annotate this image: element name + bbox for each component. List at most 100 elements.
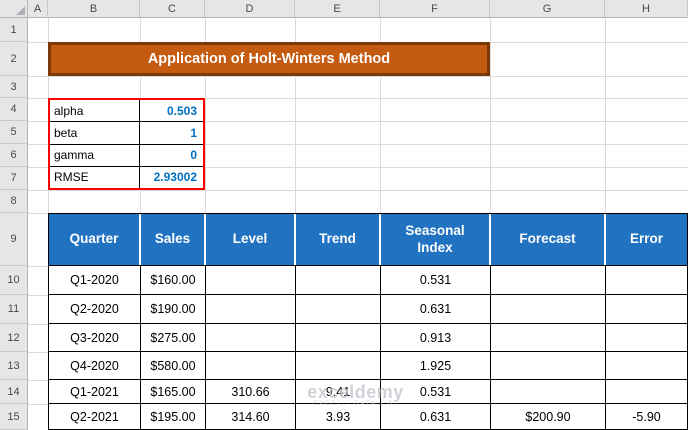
table-row: Q3-2020 $275.00 0.913 [49, 324, 687, 352]
column-header-e[interactable]: E [295, 0, 380, 17]
row-header-14[interactable]: 14 [0, 380, 27, 404]
row-header-2[interactable]: 2 [0, 42, 27, 76]
column-header-f[interactable]: F [380, 0, 490, 17]
row-header-bar: 1 2 3 4 5 6 7 8 9 10 11 12 13 14 15 [0, 18, 28, 430]
cell[interactable] [491, 266, 606, 294]
cell[interactable] [296, 266, 381, 294]
cell[interactable] [606, 352, 687, 379]
cell[interactable]: Q2-2020 [49, 295, 141, 323]
row-header-5[interactable]: 5 [0, 121, 27, 144]
row-header-8[interactable]: 8 [0, 190, 27, 213]
column-header-c[interactable]: C [140, 0, 205, 17]
cell[interactable] [206, 352, 296, 379]
header-trend[interactable]: Trend [296, 214, 381, 265]
cell[interactable]: Q3-2020 [49, 324, 141, 351]
param-row-alpha: alpha 0.503 [50, 100, 203, 123]
table-row: Q1-2021 $165.00 310.66 9.41 0.531 [49, 380, 687, 404]
param-label-gamma[interactable]: gamma [50, 144, 140, 166]
cell[interactable] [296, 295, 381, 323]
row-header-7[interactable]: 7 [0, 167, 27, 190]
cell[interactable]: $195.00 [141, 404, 206, 429]
cell[interactable]: $165.00 [141, 380, 206, 403]
cell[interactable] [606, 295, 687, 323]
cell[interactable] [296, 352, 381, 379]
cell[interactable]: 0.531 [381, 380, 491, 403]
header-forecast[interactable]: Forecast [491, 214, 606, 265]
cell[interactable]: $275.00 [141, 324, 206, 351]
cell[interactable]: -5.90 [606, 404, 687, 429]
cell[interactable] [606, 324, 687, 351]
cell[interactable] [606, 266, 687, 294]
cell[interactable] [491, 295, 606, 323]
cell[interactable]: 1.925 [381, 352, 491, 379]
param-value-beta[interactable]: 1 [140, 122, 203, 143]
parameter-table: alpha 0.503 beta 1 gamma 0 RMSE 2.93002 [48, 98, 205, 190]
cell[interactable] [491, 324, 606, 351]
param-label-beta[interactable]: beta [50, 122, 140, 144]
table-row: Q1-2020 $160.00 0.531 [49, 266, 687, 295]
row-header-15[interactable]: 15 [0, 404, 27, 430]
select-all-corner[interactable] [0, 0, 28, 18]
row-header-13[interactable]: 13 [0, 352, 27, 380]
header-quarter[interactable]: Quarter [49, 214, 141, 265]
row-header-12[interactable]: 12 [0, 324, 27, 352]
param-row-beta: beta 1 [50, 122, 203, 145]
header-error[interactable]: Error [606, 214, 687, 265]
row-header-9[interactable]: 9 [0, 213, 27, 266]
cell[interactable]: 314.60 [206, 404, 296, 429]
row-header-3[interactable]: 3 [0, 76, 27, 98]
cell[interactable]: Q2-2021 [49, 404, 141, 429]
cell[interactable]: 0.531 [381, 266, 491, 294]
cell[interactable]: 3.93 [296, 404, 381, 429]
column-header-bar: A B C D E F G H [28, 0, 688, 18]
sheet-area[interactable]: Application of Holt-Winters Method alpha… [28, 18, 688, 430]
column-header-g[interactable]: G [490, 0, 605, 17]
cell[interactable] [491, 380, 606, 403]
column-header-h[interactable]: H [605, 0, 688, 17]
param-value-gamma[interactable]: 0 [140, 145, 203, 166]
cell[interactable]: $160.00 [141, 266, 206, 294]
cell[interactable]: Q4-2020 [49, 352, 141, 379]
param-row-gamma: gamma 0 [50, 144, 203, 167]
header-seasonal-index[interactable]: Seasonal Index [381, 214, 491, 265]
title-banner[interactable]: Application of Holt-Winters Method [48, 42, 490, 76]
cell[interactable]: 0.631 [381, 295, 491, 323]
cell[interactable] [606, 380, 687, 403]
cell[interactable] [491, 352, 606, 379]
param-row-rmse: RMSE 2.93002 [50, 166, 203, 188]
cell[interactable]: $200.90 [491, 404, 606, 429]
row-header-11[interactable]: 11 [0, 295, 27, 324]
row-header-4[interactable]: 4 [0, 98, 27, 121]
table-row: Q2-2021 $195.00 314.60 3.93 0.631 $200.9… [49, 404, 687, 429]
table-row: Q4-2020 $580.00 1.925 [49, 352, 687, 380]
param-label-alpha[interactable]: alpha [50, 100, 140, 122]
row-header-6[interactable]: 6 [0, 144, 27, 167]
page-title: Application of Holt-Winters Method [147, 51, 391, 67]
cell[interactable]: 9.41 [296, 380, 381, 403]
table-row: Q2-2020 $190.00 0.631 [49, 295, 687, 324]
row-header-10[interactable]: 10 [0, 266, 27, 295]
cell[interactable] [206, 266, 296, 294]
header-level[interactable]: Level [206, 214, 296, 265]
cell[interactable] [206, 295, 296, 323]
cell[interactable] [296, 324, 381, 351]
cell[interactable]: $190.00 [141, 295, 206, 323]
cell[interactable] [206, 324, 296, 351]
column-header-d[interactable]: D [205, 0, 295, 17]
spreadsheet-window: A B C D E F G H 1 2 3 4 5 6 7 8 9 10 11 … [0, 0, 688, 430]
holt-winters-table: Quarter Sales Level Trend Seasonal Index… [48, 213, 688, 430]
cell[interactable]: 0.631 [381, 404, 491, 429]
param-value-rmse[interactable]: 2.93002 [140, 167, 203, 188]
cell[interactable]: 310.66 [206, 380, 296, 403]
row-header-1[interactable]: 1 [0, 18, 27, 42]
cell[interactable]: 0.913 [381, 324, 491, 351]
param-label-rmse[interactable]: RMSE [50, 166, 140, 188]
column-header-a[interactable]: A [28, 0, 48, 17]
param-value-alpha[interactable]: 0.503 [140, 100, 203, 121]
table-header-row: Quarter Sales Level Trend Seasonal Index… [49, 214, 687, 266]
cell[interactable]: Q1-2021 [49, 380, 141, 403]
column-header-b[interactable]: B [48, 0, 140, 17]
cell[interactable]: $580.00 [141, 352, 206, 379]
header-sales[interactable]: Sales [141, 214, 206, 265]
cell[interactable]: Q1-2020 [49, 266, 141, 294]
